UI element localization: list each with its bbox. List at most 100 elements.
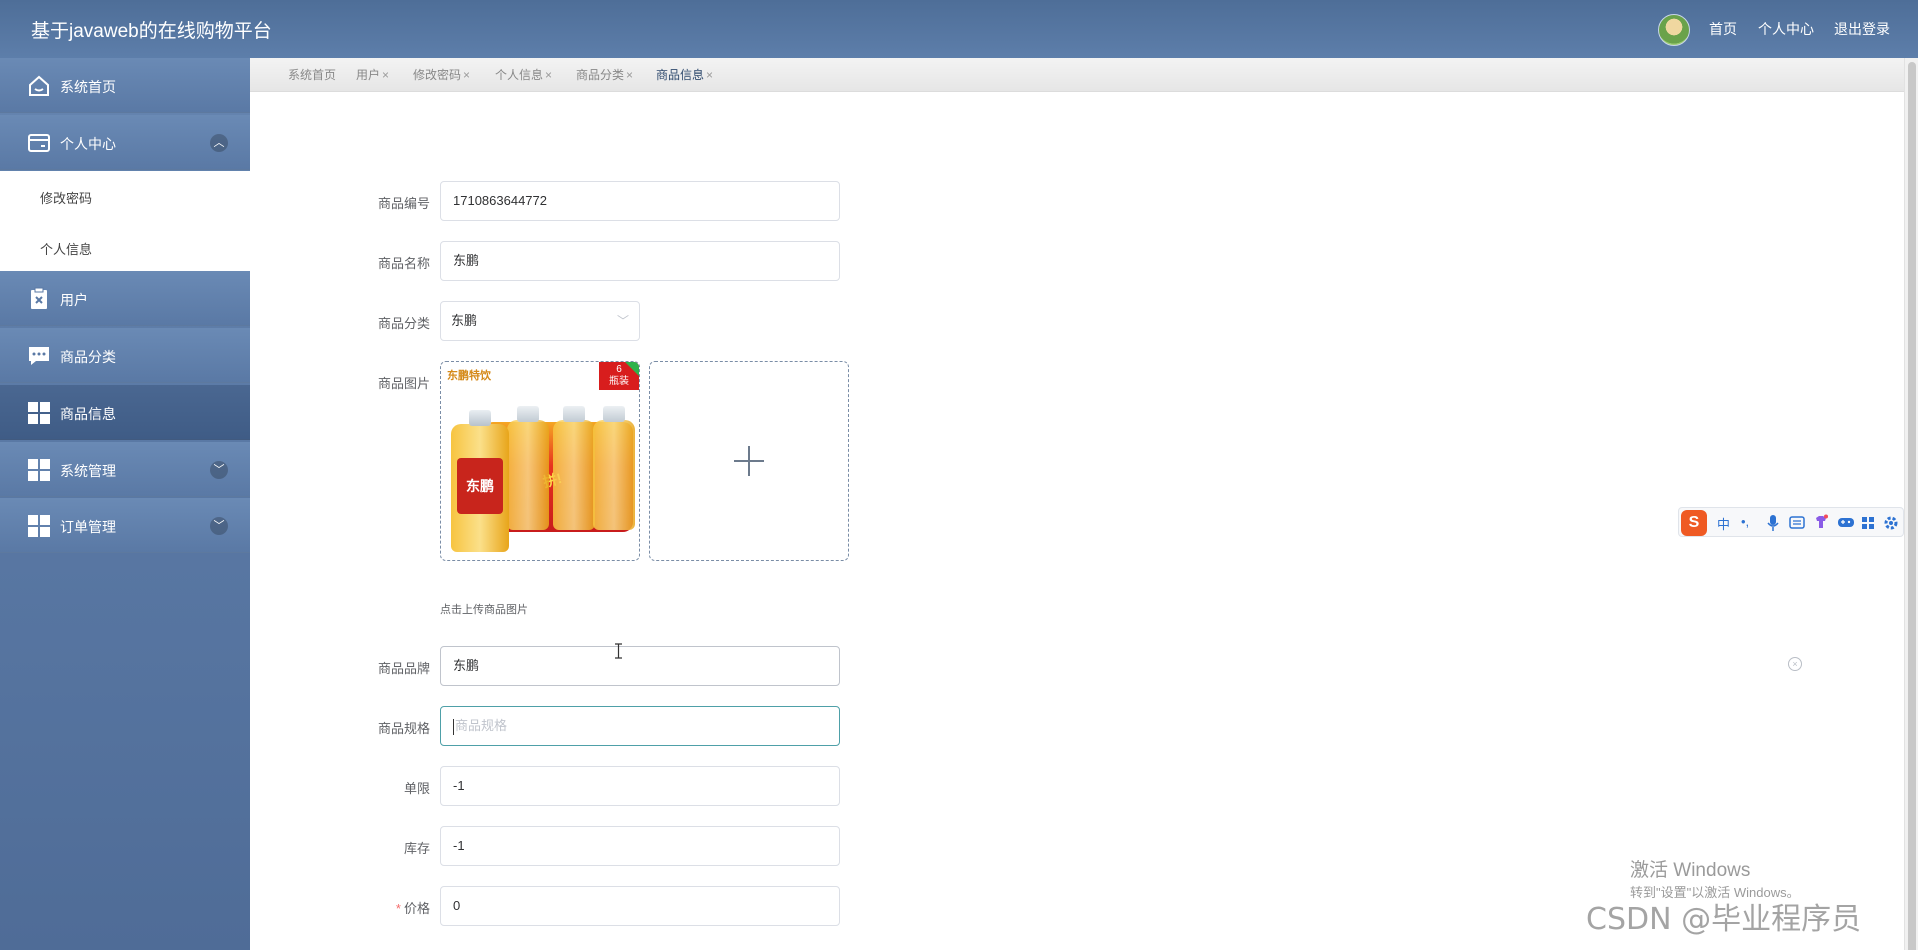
brand-label: 商品品牌 [377,661,430,676]
tab-label: 商品分类 [576,68,625,82]
close-icon[interactable]: × [545,68,552,82]
price-input[interactable]: 0 [440,886,840,926]
nav-profile-link[interactable]: 个人中心 [1758,19,1814,39]
tab-product-category[interactable]: 商品分类 × [576,66,633,83]
sidebar-subitem-change-password[interactable]: 修改密码 [40,188,92,207]
front-bottle: 东鹏 [451,410,509,552]
app-title: 基于javaweb的在线购物平台 [31,21,272,42]
tab-change-password[interactable]: 修改密码 × [413,66,470,83]
sidebar-item-label: 订单管理 [60,519,116,535]
text-cursor-icon [615,643,622,659]
stock-label: 库存 [403,841,430,856]
chevron-down-icon: ﹀ [616,314,629,328]
product-no-input[interactable]: 1710863644772 [440,181,840,221]
back-bottle [507,406,549,530]
windows-activation-title: 激活 Windows [1630,860,1751,881]
plus-icon [734,446,764,476]
back-bottle [553,406,595,530]
tab-personal-info[interactable]: 个人信息 × [495,66,552,83]
top-header: 基于javaweb的在线购物平台 首页 个人中心 退出登录 [0,0,1918,58]
vertical-scrollbar[interactable] [1904,58,1918,950]
card-icon [28,134,50,152]
sidebar-item-label: 系统首页 [60,79,116,95]
sidebar-item-home[interactable]: 系统首页 [0,58,250,113]
csdn-watermark: CSDN @毕业程序员 [1586,902,1862,937]
gear-icon[interactable] [1883,515,1899,531]
chevron-up-icon[interactable]: ︿ [210,134,228,152]
tab-users[interactable]: 用户 × [356,66,389,83]
badge-count: 6 [616,364,622,375]
brand-logo: 东鹏特饮 [447,370,491,382]
sidebar-item-order-management[interactable]: 订单管理 ﹀ [0,498,250,553]
grid-icon [28,515,50,537]
product-no-label: 商品编号 [377,196,430,211]
uploaded-image-card[interactable]: 东鹏特饮 6 瓶装 拼! 东鹏 [440,361,640,561]
sidebar-item-personal-center[interactable]: 个人中心 ︿ [0,115,250,170]
tab-label: 商品信息 [656,68,705,82]
sogou-logo-icon[interactable]: S [1681,510,1707,536]
close-icon[interactable]: × [706,68,713,82]
chevron-down-icon[interactable]: ﹀ [210,517,228,535]
sidebar-item-product-info[interactable]: 商品信息 [0,385,250,440]
tab-system-home[interactable]: 系统首页 [288,66,336,83]
product-name-label: 商品名称 [377,256,430,271]
price-label-text: 价格 [403,901,430,916]
ime-toolbar[interactable]: S 中 •, [1678,507,1904,537]
sidebar-item-product-category[interactable]: 商品分类 [0,328,250,383]
sidebar-item-users[interactable]: 用户 [0,271,250,326]
sidebar-subitem-personal-info[interactable]: 个人信息 [40,239,92,258]
image-label: 商品图片 [377,376,430,391]
gamepad-icon[interactable] [1837,516,1855,529]
spec-input[interactable]: 商品规格 [440,706,840,746]
upload-image-button[interactable] [649,361,849,561]
limit-input[interactable]: -1 [440,766,840,806]
avatar[interactable] [1658,14,1690,46]
scrollbar-thumb[interactable] [1908,62,1916,950]
clipboard-icon [31,287,47,309]
sidebar-item-system-management[interactable]: 系统管理 ﹀ [0,442,250,497]
spec-label: 商品规格 [377,721,430,736]
close-icon[interactable]: × [626,68,633,82]
tab-label: 个人信息 [495,68,544,82]
category-select[interactable]: 东鹏 ﹀ [440,301,640,341]
keyboard-icon[interactable] [1789,516,1805,529]
category-label: 商品分类 [377,316,430,331]
clear-icon[interactable]: × [1788,657,1802,671]
home-icon [29,75,49,96]
ime-punctuation[interactable]: •, [1741,514,1749,529]
apps-icon[interactable] [1861,516,1875,530]
tab-label: 修改密码 [413,68,462,82]
back-bottle [593,406,635,530]
sidebar-item-label: 系统管理 [60,463,116,479]
stock-input[interactable]: -1 [440,826,840,866]
tab-label: 用户 [356,68,381,82]
sidebar-item-label: 商品信息 [60,406,116,422]
grid-icon [28,459,50,481]
brand-input[interactable]: 东鹏 [440,646,840,686]
badge-unit: 瓶装 [609,376,629,387]
grid-icon [28,402,50,424]
chevron-down-icon[interactable]: ﹀ [210,461,228,479]
required-mark: * [395,901,401,916]
personal-center-submenu: 修改密码 个人信息 [0,171,250,271]
nav-home-link[interactable]: 首页 [1709,19,1737,39]
chat-icon [29,347,49,365]
ime-mode[interactable]: 中 [1717,514,1730,533]
skin-icon[interactable] [1813,514,1829,530]
close-icon[interactable]: × [463,68,470,82]
microphone-icon[interactable] [1767,515,1779,531]
sidebar-item-label: 商品分类 [60,349,116,365]
sidebar-item-label: 个人中心 [60,136,116,152]
spec-placeholder: 商品规格 [455,718,508,733]
product-name-input[interactable]: 东鹏 [440,241,840,281]
nav-logout-link[interactable]: 退出登录 [1834,19,1890,39]
close-icon[interactable]: × [382,68,389,82]
tab-bar: 系统首页 用户 × 修改密码 × 个人信息 × 商品分类 × 商品信息 × [250,58,1904,92]
tab-product-info[interactable]: 商品信息 × [656,66,713,83]
tab-label: 系统首页 [288,68,337,82]
price-label: * 价格 [310,898,430,917]
limit-label: 单限 [403,781,430,796]
pack-badge: 6 瓶装 [599,362,639,390]
sidebar: 系统首页 个人中心 ︿ 修改密码 个人信息 用户 商品分类 商品信息 系统管理 … [0,58,250,950]
text-caret [453,718,454,735]
